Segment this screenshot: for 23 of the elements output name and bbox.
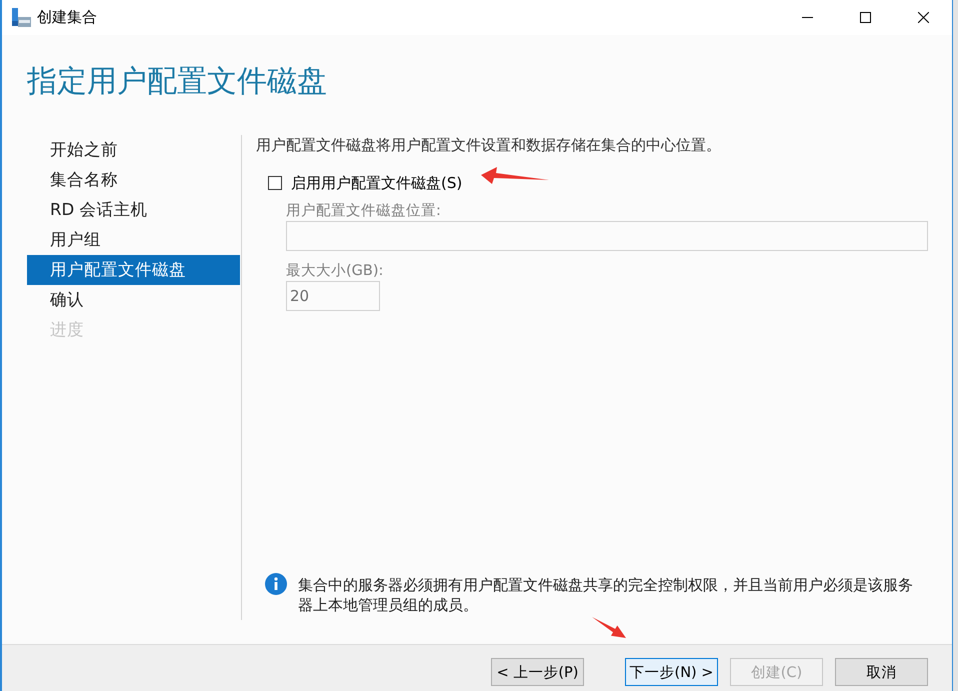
field-label: 用户配置文件磁盘位置:	[286, 202, 441, 221]
step-item[interactable]: 开始之前	[27, 135, 240, 165]
footer-button[interactable]: < 上一步(P)	[491, 658, 584, 686]
annotation-arrow	[480, 166, 550, 185]
description-text: 用户配置文件磁盘将用户配置文件设置和数据存储在集合的中心位置。	[256, 135, 721, 155]
footer-button[interactable]: 取消	[835, 658, 928, 686]
step-item[interactable]: 用户组	[27, 225, 240, 255]
info-icon	[265, 573, 287, 595]
annotation-arrow	[591, 616, 627, 639]
footer-button[interactable]: 下一步(N) >	[625, 658, 718, 686]
step-item[interactable]: 确认	[27, 285, 240, 315]
page-title: 指定用户配置文件磁盘	[27, 63, 327, 101]
step-item[interactable]: RD 会话主机	[27, 195, 240, 225]
close-icon	[918, 12, 928, 23]
server-icon	[12, 8, 31, 27]
step-item[interactable]: 用户配置文件磁盘	[27, 255, 240, 285]
window-title: 创建集合	[37, 8, 97, 27]
step-item[interactable]: 集合名称	[27, 165, 240, 195]
maximize-icon	[860, 12, 870, 23]
enable-checkbox[interactable]	[268, 176, 282, 190]
info-text: 集合中的服务器必须拥有用户配置文件磁盘共享的完全控制权限，并且当前用户必须是该服务器上本地管理员组的成员。	[298, 575, 914, 615]
checkbox-label[interactable]: 启用用户配置文件磁盘(S)	[291, 173, 462, 193]
field-label: 最大大小(GB):	[286, 262, 384, 281]
